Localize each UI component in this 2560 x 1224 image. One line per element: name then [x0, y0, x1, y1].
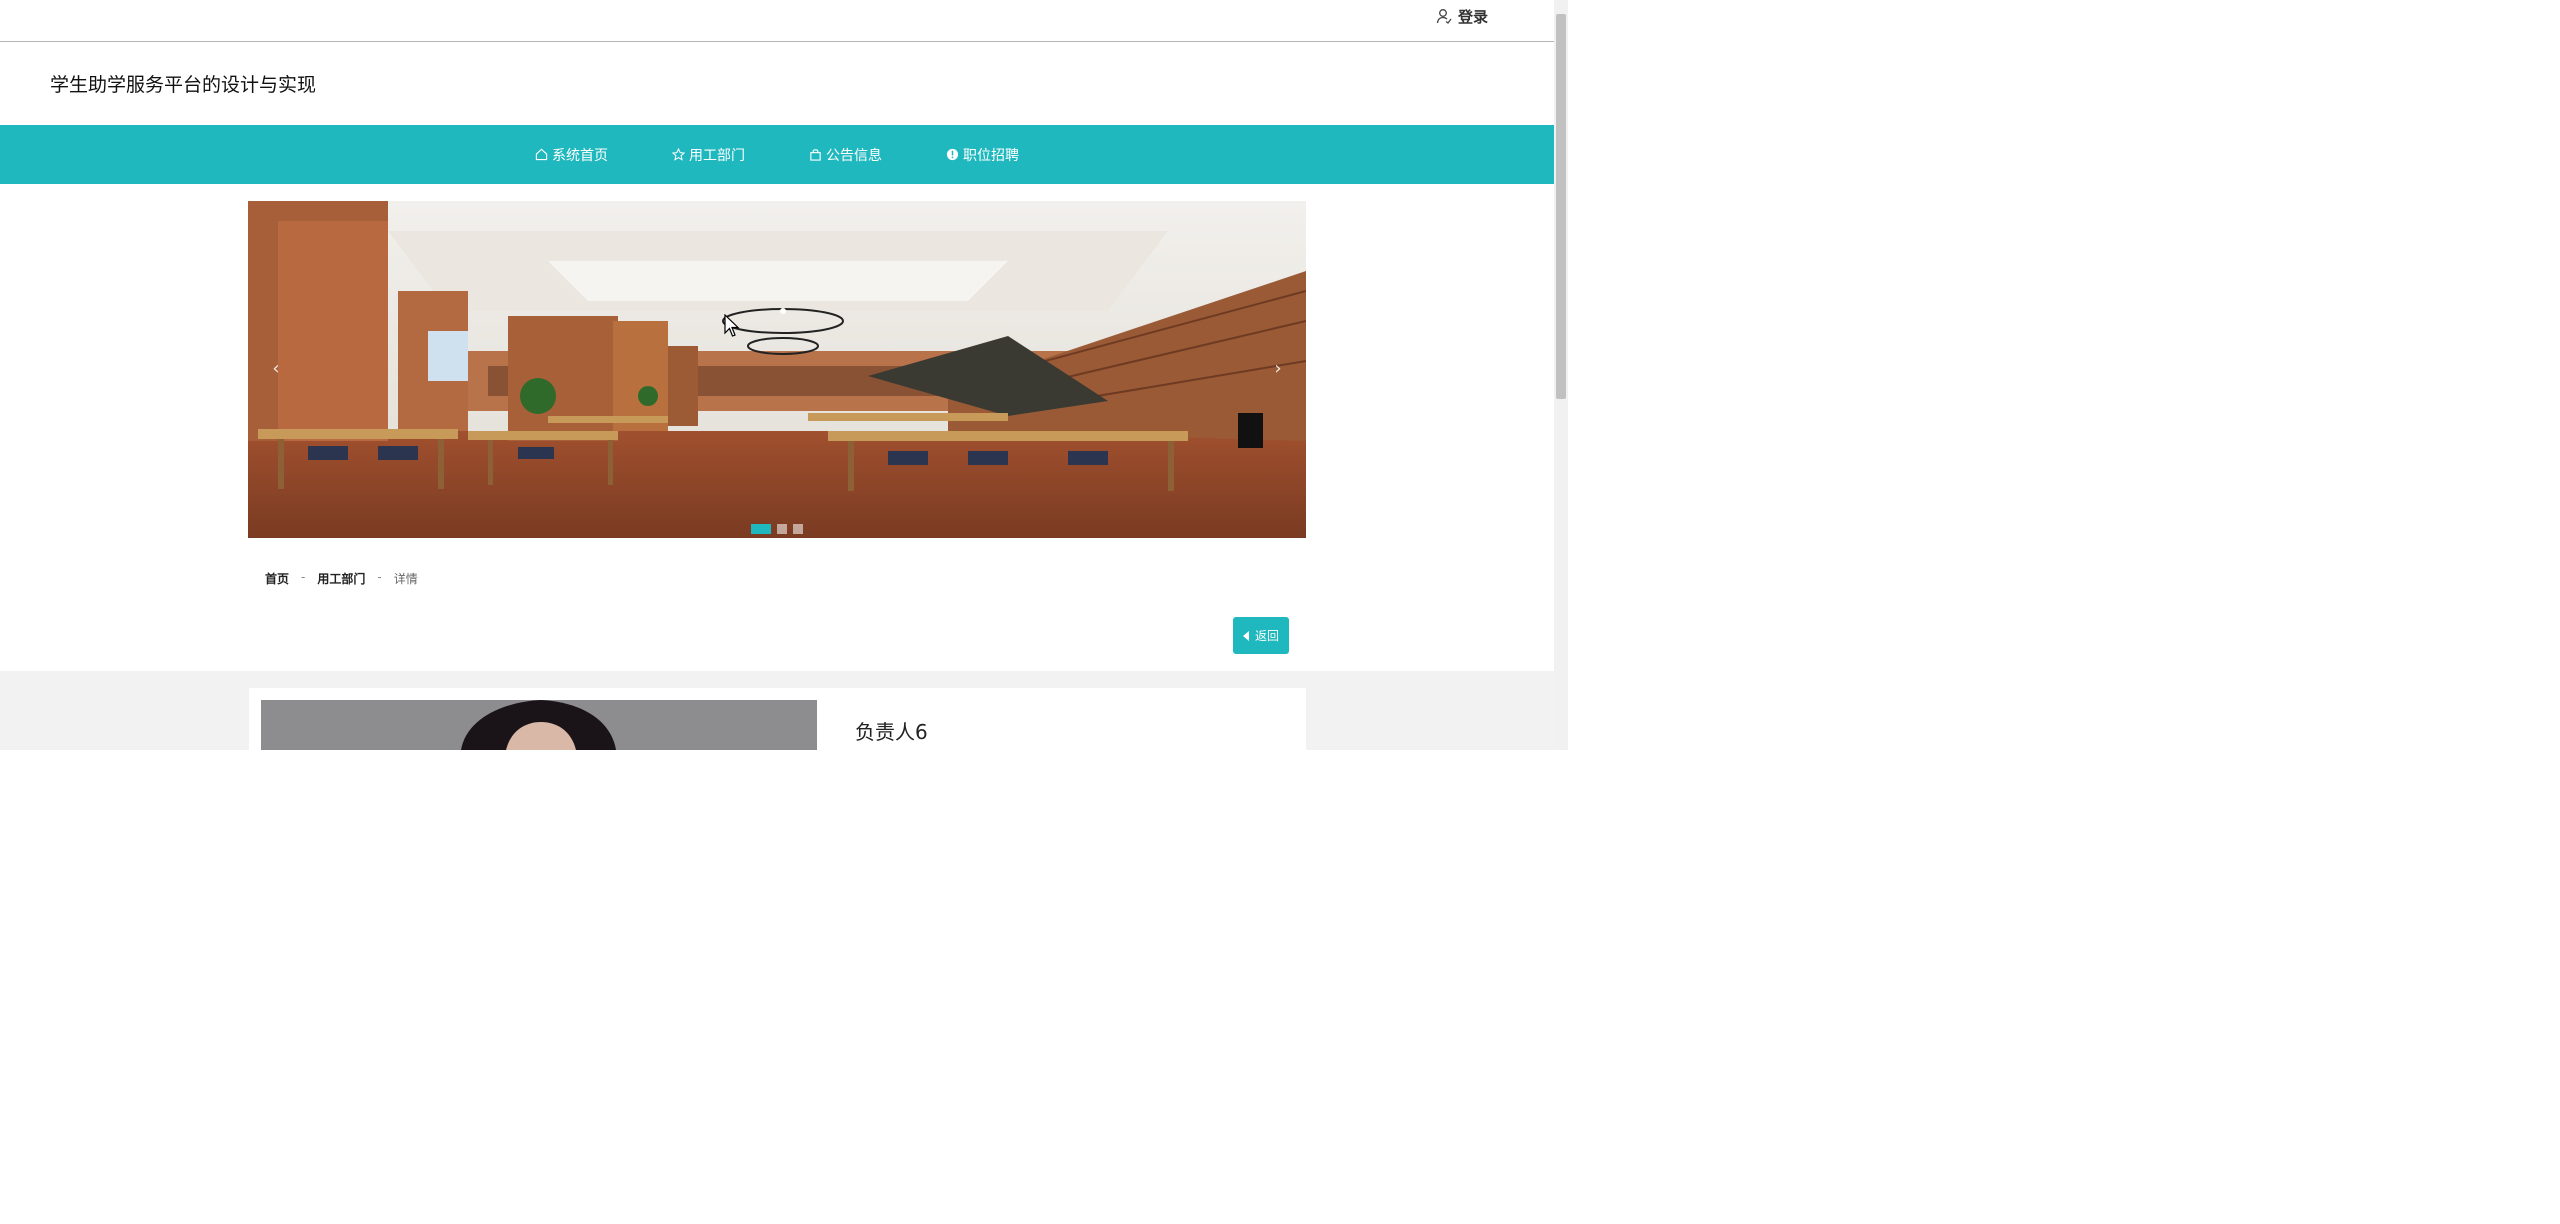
page: 登录 学生助学服务平台的设计与实现 系统首页 用工部门 公告信息 职位招聘 ‹ … [0, 0, 1568, 750]
nav-item-notices[interactable]: 公告信息 [809, 125, 882, 184]
breadcrumb-separator: - [301, 570, 306, 584]
carousel-dot-3[interactable] [793, 524, 803, 534]
login-link[interactable]: 登录 [1436, 7, 1488, 26]
carousel-indicators [248, 524, 1306, 534]
nav-item-notices-label: 公告信息 [826, 147, 882, 164]
nav-item-jobs-label: 职位招聘 [963, 147, 1019, 164]
breadcrumb-current: 详情 [393, 572, 418, 586]
carousel-prev-button[interactable]: ‹ [264, 356, 288, 380]
nav-item-jobs[interactable]: 职位招聘 [946, 125, 1019, 184]
library-banner-image [248, 201, 1306, 538]
banner-carousel[interactable]: ‹ › [248, 201, 1306, 538]
person-photo [261, 700, 817, 750]
home-icon [535, 148, 548, 161]
carousel-dot-1[interactable] [751, 524, 771, 534]
carousel-dot-2[interactable] [777, 524, 787, 534]
top-bar: 登录 [0, 0, 1554, 42]
mouse-pointer-icon [724, 314, 740, 337]
nav-item-home[interactable]: 系统首页 [535, 125, 608, 184]
bag-icon [810, 149, 821, 161]
page-scrollbar[interactable] [1554, 0, 1568, 750]
info-icon [946, 148, 959, 161]
user-icon [1436, 9, 1452, 24]
back-button[interactable]: 返回 [1233, 617, 1289, 654]
login-label: 登录 [1457, 7, 1488, 26]
breadcrumb: 首页 - 用工部门 - 详情 [265, 570, 418, 587]
main-nav: 系统首页 用工部门 公告信息 职位招聘 [0, 125, 1554, 184]
nav-item-home-label: 系统首页 [552, 147, 608, 164]
person-name: 负责人6 [855, 720, 928, 744]
breadcrumb-departments[interactable]: 用工部门 [317, 570, 365, 587]
breadcrumb-home[interactable]: 首页 [265, 570, 289, 587]
caret-left-icon [1242, 630, 1249, 641]
breadcrumb-separator: - [377, 570, 382, 584]
scrollbar-thumb[interactable] [1556, 14, 1566, 399]
nav-item-departments[interactable]: 用工部门 [672, 125, 745, 184]
back-button-label: 返回 [1254, 629, 1279, 643]
site-header: 学生助学服务平台的设计与实现 [0, 42, 1554, 125]
detail-card: 负责人6 [249, 688, 1306, 750]
carousel-next-button[interactable]: › [1266, 356, 1290, 380]
nav-item-departments-label: 用工部门 [689, 147, 745, 164]
site-title: 学生助学服务平台的设计与实现 [50, 74, 317, 96]
star-icon [672, 148, 685, 161]
